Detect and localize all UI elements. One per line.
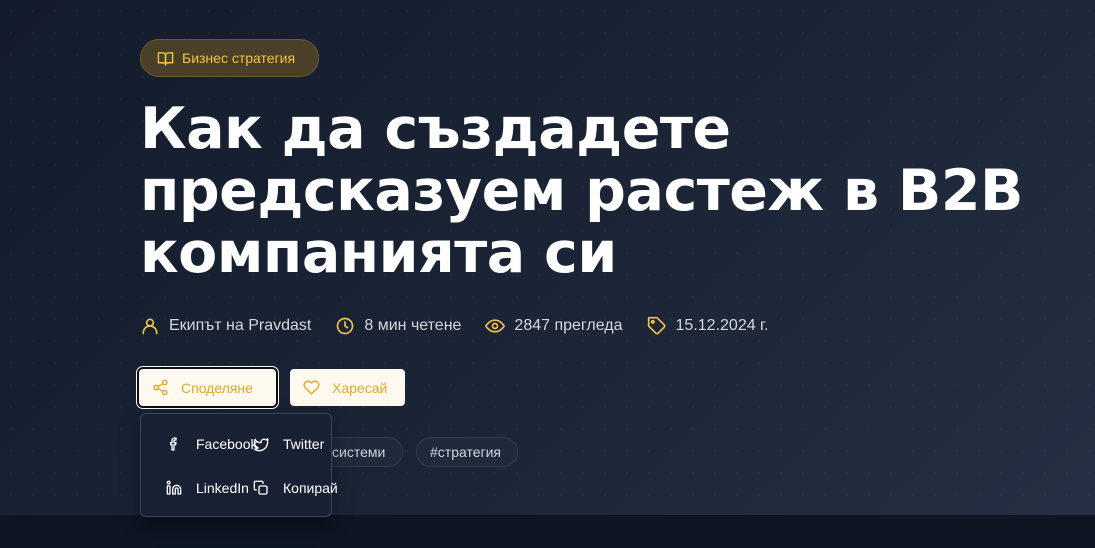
meta-date: 15.12.2024 г.	[647, 316, 769, 336]
share-button[interactable]: Споделяне	[137, 367, 278, 408]
meta-views: 2847 прегледа	[485, 316, 623, 336]
user-icon	[142, 318, 158, 335]
share-dropdown-menu: Facebook Twitter LinkedIn Копирай	[140, 413, 338, 517]
tag-icon	[647, 316, 665, 335]
eye-icon	[485, 319, 506, 333]
author-name: Екипът на Pravdast	[169, 317, 312, 334]
like-label: Харесай	[332, 379, 388, 396]
like-button[interactable]: Харесай	[290, 369, 405, 406]
breadcrumb-cut-off	[140, 0, 330, 4]
share-copy-label: Копирай	[283, 480, 338, 496]
content-divider	[0, 515, 1095, 548]
read-time: 8 мин четене	[364, 317, 462, 334]
tag-strategy[interactable]: #стратегия	[416, 437, 518, 467]
share-label: Споделяне	[181, 379, 253, 396]
category-label: Бизнес стратегия	[182, 50, 296, 66]
article-meta: Екипът на Pravdast 8 мин четене 2847 пре…	[140, 314, 768, 338]
share-twitter-label: Twitter	[283, 436, 325, 452]
share-facebook-label: Facebook	[196, 436, 258, 452]
book-open-icon	[157, 51, 174, 66]
tag-label: #стратегия	[430, 444, 502, 460]
share-linkedin[interactable]: LinkedIn	[166, 480, 249, 496]
share-facebook[interactable]: Facebook	[166, 436, 257, 452]
share-copy-link[interactable]: Копирай	[253, 480, 338, 496]
publish-date: 15.12.2024 г.	[675, 317, 769, 334]
category-badge[interactable]: Бизнес стратегия	[140, 39, 319, 77]
view-count: 2847 прегледа	[514, 317, 623, 334]
meta-author: Екипът на Pravdast	[140, 316, 311, 336]
article-title: Как да създадете предсказуем растеж в B2…	[140, 96, 1023, 286]
tag-label: системи	[332, 444, 386, 460]
copy-icon	[253, 480, 268, 495]
linkedin-icon	[166, 480, 182, 495]
facebook-icon	[170, 437, 177, 451]
share-linkedin-label: LinkedIn	[196, 480, 249, 496]
share-icon	[153, 379, 168, 396]
clock-icon	[337, 317, 354, 335]
meta-read-time: 8 мин четене	[335, 316, 461, 336]
twitter-icon	[253, 438, 269, 452]
heart-icon	[303, 380, 320, 395]
share-twitter[interactable]: Twitter	[253, 436, 324, 452]
